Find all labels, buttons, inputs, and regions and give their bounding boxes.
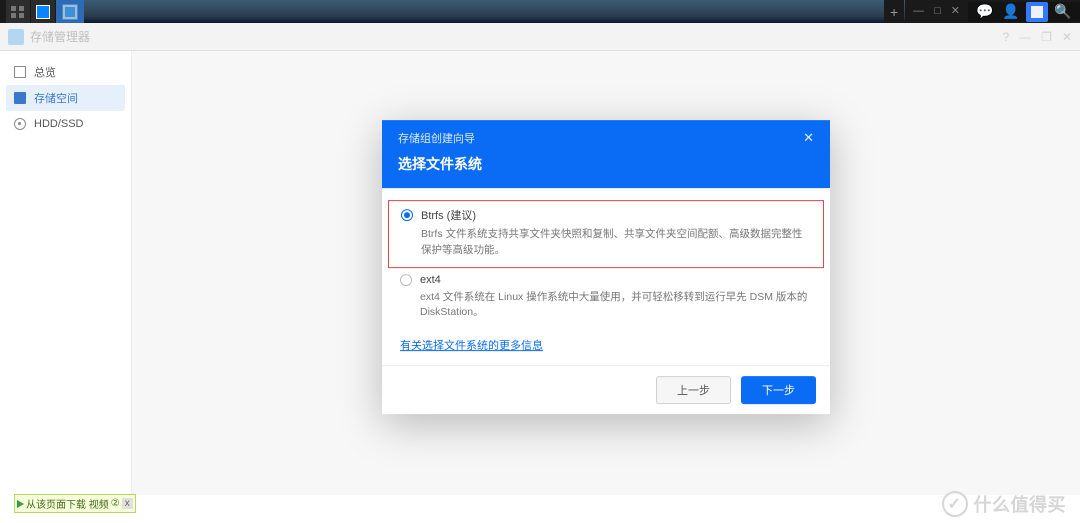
next-button[interactable]: 下一步 — [741, 376, 816, 404]
close-window-button[interactable]: ✕ — [951, 6, 960, 17]
bottom-bar — [0, 495, 1080, 523]
app-title-wrap: 存储管理器 — [8, 28, 90, 45]
play-icon — [17, 500, 24, 508]
app-minimize-button[interactable]: — — [1019, 30, 1031, 44]
taskbar-app2-active[interactable] — [56, 0, 84, 23]
maximize-button[interactable]: □ — [934, 6, 941, 17]
tray-search-icon[interactable]: 🔍 — [1052, 2, 1074, 22]
grid-icon — [11, 6, 25, 18]
app-header-controls: ? — ❐ ✕ — [1002, 30, 1072, 44]
sidebar-item-label: 总览 — [34, 64, 56, 80]
chat-icon: 💬 — [976, 3, 993, 20]
app-help-button[interactable]: ? — [1002, 30, 1009, 44]
user-icon: 👤 — [1002, 3, 1019, 20]
overview-icon — [14, 66, 26, 78]
download-badge[interactable]: 从该页面下载 视频 ② x — [14, 494, 136, 513]
sidebar-item-hdd[interactable]: HDD/SSD — [6, 111, 125, 137]
option-desc: ext4 文件系统在 Linux 操作系统中大量使用，并可轻松移转到运行早先 D… — [420, 290, 812, 322]
option-desc: Btrfs 文件系统支持共享文件夹快照和复制、共享文件夹空间配额、高级数据完整性… — [421, 227, 811, 259]
dialog-subtitle: 存储组创建向导 — [398, 130, 475, 146]
app-header: 存储管理器 ? — ❐ ✕ — [0, 23, 1080, 51]
tray-app-icon[interactable] — [1026, 2, 1048, 22]
app-close-button[interactable]: ✕ — [1062, 30, 1072, 44]
dialog-close-button[interactable]: ✕ — [803, 130, 814, 146]
more-info-link[interactable]: 有关选择文件系统的更多信息 — [382, 329, 561, 361]
tray-user-icon[interactable]: 👤 — [1000, 2, 1022, 22]
download-badge-count: ② — [111, 498, 120, 509]
download-badge-close[interactable]: x — [122, 498, 133, 509]
storage-manager-icon — [8, 29, 24, 45]
dialog-subtitle-row: 存储组创建向导 ✕ — [398, 130, 814, 146]
watermark-text: 什么值得买 — [974, 491, 1067, 517]
sidebar-item-storage[interactable]: 存储空间 — [6, 85, 125, 111]
watermark: ✓ 什么值得买 — [942, 491, 1067, 517]
create-storage-dialog: 存储组创建向导 ✕ 选择文件系统 Btrfs (建议) Btrfs 文件系统支持… — [382, 120, 830, 414]
sidebar-item-label: 存储空间 — [34, 90, 78, 106]
watermark-check-icon: ✓ — [942, 491, 968, 517]
app-body: 总览 存储空间 HDD/SSD 存储组创建向导 ✕ 选择文件系统 — [0, 51, 1080, 495]
app2-icon — [62, 4, 78, 20]
taskbar: + — □ ✕ 💬 👤 🔍 — [0, 0, 1080, 23]
sidebar-item-label: HDD/SSD — [34, 118, 84, 130]
search-icon: 🔍 — [1054, 3, 1071, 20]
radio-ext4[interactable] — [400, 274, 412, 286]
dialog-footer: 上一步 下一步 — [382, 365, 830, 414]
back-button[interactable]: 上一步 — [656, 376, 731, 404]
tray-app-square-icon — [1031, 6, 1043, 18]
storage-icon — [14, 92, 26, 104]
dialog-body: Btrfs (建议) Btrfs 文件系统支持共享文件夹快照和复制、共享文件夹空… — [382, 188, 830, 365]
taskbar-left — [0, 0, 84, 23]
option-label: ext4 — [420, 274, 441, 286]
content-area: 存储组创建向导 ✕ 选择文件系统 Btrfs (建议) Btrfs 文件系统支持… — [132, 51, 1080, 495]
option-btrfs[interactable]: Btrfs (建议) Btrfs 文件系统支持共享文件夹快照和复制、共享文件夹空… — [388, 200, 824, 268]
minimize-button[interactable]: — — [913, 6, 924, 17]
hdd-icon — [14, 118, 26, 130]
app1-icon — [36, 5, 50, 19]
window-controls: — □ ✕ — [905, 6, 968, 17]
option-label: Btrfs (建议) — [421, 207, 476, 223]
taskbar-grid-button[interactable] — [6, 0, 30, 23]
taskbar-tray: 💬 👤 🔍 — [968, 2, 1080, 22]
taskbar-mid: + — [84, 0, 905, 23]
dialog-header: 存储组创建向导 ✕ 选择文件系统 — [382, 120, 830, 188]
taskbar-app1[interactable] — [31, 0, 55, 23]
new-tab-button[interactable]: + — [884, 0, 904, 23]
dialog-title: 选择文件系统 — [398, 154, 814, 174]
option-ext4[interactable]: ext4 ext4 文件系统在 Linux 操作系统中大量使用，并可轻松移转到运… — [382, 268, 830, 330]
sidebar-item-overview[interactable]: 总览 — [6, 59, 125, 85]
app-title: 存储管理器 — [30, 28, 90, 45]
sidebar: 总览 存储空间 HDD/SSD — [0, 51, 132, 495]
tray-chat-icon[interactable]: 💬 — [974, 2, 996, 22]
download-badge-text: 从该页面下载 视频 — [26, 496, 109, 511]
app-maximize-button[interactable]: ❐ — [1041, 30, 1052, 44]
radio-btrfs[interactable] — [401, 209, 413, 221]
